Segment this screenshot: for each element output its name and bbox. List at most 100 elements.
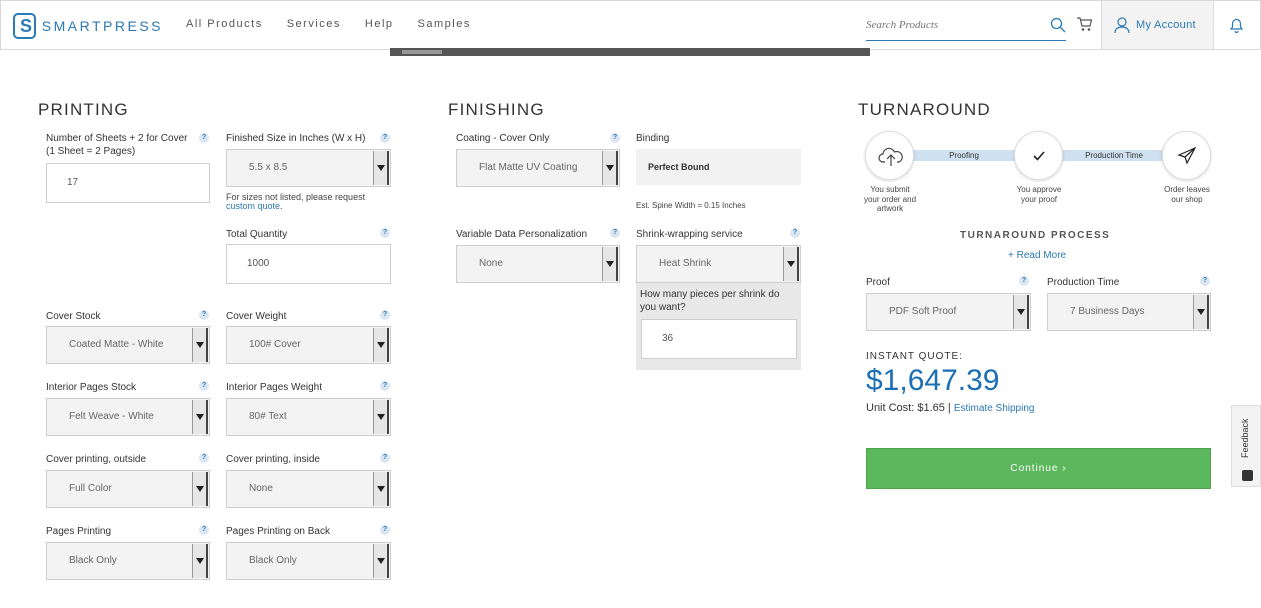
help-icon[interactable]: ? (380, 453, 390, 463)
feedback-tab[interactable]: Feedback (1231, 405, 1261, 487)
interior-stock-label: Interior Pages Stock (46, 382, 137, 393)
help-icon[interactable]: ? (199, 525, 209, 535)
pages-back-value: Black Only (249, 555, 297, 566)
sheets-label: Number of Sheets + 2 for Cover (1 Sheet … (46, 133, 188, 157)
checkmark-icon (1033, 151, 1045, 161)
my-account-label: My Account (1136, 19, 1196, 31)
help-icon[interactable]: ? (199, 310, 209, 320)
paper-plane-icon (1177, 146, 1197, 165)
interior-stock-select[interactable]: Felt Weave - White (46, 398, 210, 436)
finishing-title: FINISHING (448, 100, 545, 119)
step-ship-caption: Order leaves our shop (1164, 185, 1210, 204)
pages-back-label: Pages Printing on Back (226, 526, 330, 537)
help-icon[interactable]: ? (380, 525, 390, 535)
dropdown-arrow-icon (192, 472, 208, 506)
shrink-label: Shrink-wrapping service (636, 229, 743, 240)
help-icon[interactable]: ? (1019, 276, 1029, 286)
sheets-value: 17 (67, 177, 79, 188)
proof-label: Proof (866, 277, 890, 288)
finished-size-select[interactable]: 5.5 x 8.5 (226, 149, 391, 187)
vdp-value: None (479, 258, 503, 269)
interior-weight-label: Interior Pages Weight (226, 382, 322, 393)
size-note-period: . (280, 201, 283, 211)
help-icon[interactable]: ? (610, 228, 620, 238)
help-icon[interactable]: ? (380, 228, 390, 238)
dropdown-arrow-icon (192, 400, 208, 434)
dropdown-arrow-icon (373, 472, 389, 506)
read-more-link[interactable]: + Read More (1008, 249, 1066, 262)
coating-value: Flat Matte UV Coating (479, 162, 578, 173)
cover-weight-value: 100# Cover (249, 339, 301, 350)
vdp-select[interactable]: None (456, 245, 620, 283)
pages-printing-select[interactable]: Black Only (46, 542, 210, 580)
coating-label: Coating - Cover Only (456, 133, 550, 144)
help-icon[interactable]: ? (380, 310, 390, 320)
nav-all-products[interactable]: All Products (186, 18, 263, 30)
nav-samples[interactable]: Samples (418, 18, 471, 30)
continue-button[interactable]: Continue › (866, 448, 1211, 489)
cloud-upload-icon (878, 147, 903, 166)
dropdown-arrow-icon (192, 544, 208, 578)
brand-name: SMARTPRESS (41, 18, 163, 34)
shrink-pieces-panel: How many pieces per shrink do you want? … (636, 283, 801, 370)
finished-size-value: 5.5 x 8.5 (249, 162, 288, 173)
help-icon[interactable]: ? (380, 133, 390, 143)
finished-size-label: Finished Size in Inches (W x H) (226, 133, 366, 144)
total-qty-label: Total Quantity (226, 229, 288, 240)
search-icon[interactable] (1050, 17, 1066, 33)
pages-back-select[interactable]: Black Only (226, 542, 391, 580)
help-icon[interactable]: ? (380, 381, 390, 391)
interior-weight-select[interactable]: 80# Text (226, 398, 391, 436)
unit-cost-line: Unit Cost: $1.65 | Estimate Shipping (866, 402, 1034, 414)
pages-printing-label: Pages Printing (46, 526, 112, 537)
shrink-select[interactable]: Heat Shrink (636, 245, 801, 283)
custom-quote-link[interactable]: custom quote (226, 201, 280, 211)
dropdown-arrow-icon (373, 328, 389, 362)
dropdown-arrow-icon (783, 247, 799, 281)
help-icon[interactable]: ? (1200, 276, 1210, 286)
proof-value: PDF Soft Proof (889, 306, 957, 317)
nav-services[interactable]: Services (287, 18, 341, 30)
estimate-shipping-link[interactable]: Estimate Shipping (954, 403, 1035, 414)
cover-stock-value: Coated Matte - White (69, 339, 164, 350)
help-icon[interactable]: ? (199, 381, 209, 391)
step-submit-circle (865, 131, 914, 180)
cover-outside-select[interactable]: Full Color (46, 470, 210, 508)
cover-inside-label: Cover printing, inside (226, 454, 320, 465)
unit-cost: Unit Cost: $1.65 | (866, 402, 951, 414)
binding-value: Perfect Bound (648, 162, 710, 172)
help-icon[interactable]: ? (790, 228, 800, 238)
proof-select[interactable]: PDF Soft Proof (866, 293, 1031, 331)
help-icon[interactable]: ? (610, 133, 620, 143)
vdp-label: Variable Data Personalization (456, 229, 588, 240)
my-account-button[interactable]: My Account (1101, 1, 1214, 49)
cart-icon[interactable] (1076, 17, 1092, 32)
hero-image-strip (390, 48, 870, 56)
printing-title: PRINTING (38, 100, 129, 119)
shrink-pieces-input[interactable]: 36 (641, 319, 797, 359)
cover-weight-select[interactable]: 100# Cover (226, 326, 391, 364)
bell-icon[interactable] (1229, 17, 1244, 34)
search-input[interactable] (866, 13, 1041, 37)
help-icon[interactable]: ? (199, 133, 209, 143)
nav-help[interactable]: Help (365, 18, 394, 30)
brand-logo[interactable]: SMARTPRESS (13, 12, 163, 40)
cover-stock-select[interactable]: Coated Matte - White (46, 326, 210, 364)
dropdown-arrow-icon (373, 544, 389, 578)
feedback-icon (1242, 470, 1253, 481)
dropdown-arrow-icon (373, 151, 389, 185)
coating-select[interactable]: Flat Matte UV Coating (456, 149, 620, 187)
total-qty-input[interactable]: 1000 (226, 244, 391, 284)
user-icon (1114, 16, 1130, 33)
main-nav: All Products Services Help Samples (186, 18, 495, 30)
sheets-input[interactable]: 17 (46, 163, 210, 203)
production-time-select[interactable]: 7 Business Days (1047, 293, 1211, 331)
help-icon[interactable]: ? (199, 453, 209, 463)
cover-inside-select[interactable]: None (226, 470, 391, 508)
top-navbar: SMARTPRESS All Products Services Help Sa… (0, 0, 1261, 50)
step-approve-circle (1014, 131, 1063, 180)
interior-stock-value: Felt Weave - White (69, 411, 154, 422)
interior-weight-value: 80# Text (249, 411, 287, 422)
binding-display: Perfect Bound (636, 149, 801, 185)
dropdown-arrow-icon (373, 400, 389, 434)
